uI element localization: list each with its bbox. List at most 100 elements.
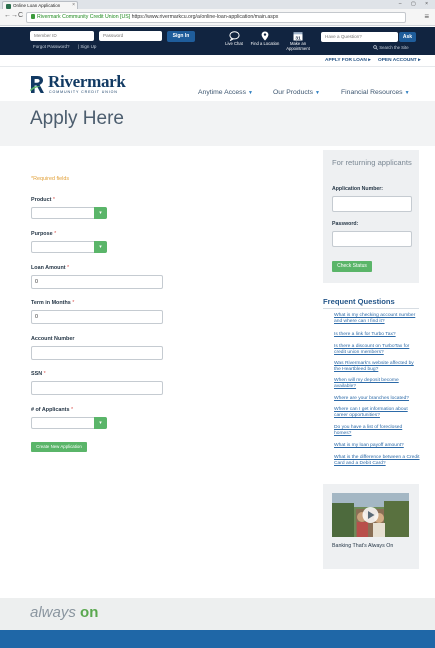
- term-label-text: Term in Months: [31, 300, 71, 306]
- check-status-button[interactable]: Check Status: [332, 261, 372, 272]
- tab-close-icon[interactable]: ×: [72, 2, 75, 9]
- faq-link[interactable]: Is there a discount on TurboTax for cred…: [334, 344, 420, 356]
- product-select[interactable]: ▾: [31, 207, 107, 219]
- sign-up-link[interactable]: | Sign Up: [78, 44, 96, 49]
- faq-link[interactable]: When will my deposit become available?: [334, 378, 420, 390]
- back-icon[interactable]: ←: [4, 12, 11, 19]
- account-number-input[interactable]: [31, 346, 163, 360]
- make-appointment-link[interactable]: 31 Make an Appointment: [283, 31, 313, 51]
- chevron-down-icon: ▼: [247, 90, 253, 96]
- address-bar: ← → C Rivermark Community Credit Union […: [0, 9, 435, 26]
- required-star: *: [67, 265, 70, 271]
- nav-financial-resources[interactable]: Financial Resources ▼: [341, 89, 410, 96]
- required-star: *: [43, 371, 46, 377]
- browser-tab-bar: Online Loan Application × – ▢ ×: [0, 0, 435, 9]
- find-location-link[interactable]: Find a Location: [250, 31, 280, 46]
- chat-bubble-icon: [228, 31, 240, 41]
- ssn-label-text: SSN: [31, 371, 43, 377]
- chevron-down-icon: ▼: [404, 90, 410, 96]
- url-text: https://www.rivermarkcu.org/a/online-loa…: [131, 14, 279, 20]
- window-controls[interactable]: – ▢ ×: [399, 1, 432, 7]
- apply-for-loan-link[interactable]: APPLY FOR LOAN ▸: [325, 58, 371, 63]
- faq-link[interactable]: Is there a link for Turbo Tax?: [334, 332, 420, 338]
- tagline-always: always: [30, 604, 76, 621]
- required-fields-note: *Required fields: [31, 176, 70, 182]
- faq-link[interactable]: Where are your branches located?: [334, 396, 420, 402]
- application-number-label: Application Number:: [332, 186, 384, 192]
- returning-password-input[interactable]: [332, 231, 412, 247]
- apply-for-loan-label: APPLY FOR LOAN: [325, 58, 367, 63]
- browser-menu-icon[interactable]: ≡: [424, 12, 429, 21]
- loan-amount-label: Loan Amount *: [31, 265, 69, 271]
- product-label: Product *: [31, 197, 55, 203]
- rivermark-logo-mark[interactable]: [30, 74, 44, 94]
- faq-link[interactable]: Where can I get information about career…: [334, 407, 420, 419]
- footer-band: [0, 630, 435, 648]
- divider: [323, 308, 419, 309]
- ssn-input[interactable]: [31, 381, 163, 395]
- account-number-label: Account Number: [31, 336, 75, 342]
- purpose-label: Purpose *: [31, 231, 56, 237]
- faq-title: Frequent Questions: [323, 297, 395, 306]
- faq-link[interactable]: What is my loan payoff amount?: [334, 443, 420, 449]
- member-id-input[interactable]: [30, 31, 94, 41]
- live-chat-label: Live Chat: [225, 41, 243, 46]
- sign-in-button[interactable]: Sign In: [167, 31, 195, 42]
- password-input[interactable]: [99, 31, 162, 41]
- nav-our-products-label: Our Products: [273, 89, 314, 96]
- divider: [0, 66, 435, 67]
- applicants-select[interactable]: ▾: [31, 417, 107, 429]
- loan-amount-label-text: Loan Amount: [31, 265, 66, 271]
- dropdown-arrow-icon[interactable]: ▾: [94, 417, 107, 429]
- product-label-text: Product: [31, 197, 52, 203]
- loan-amount-input[interactable]: 0: [31, 275, 163, 289]
- tagline-on: on: [80, 604, 99, 621]
- certificate-name: Rivermark Community Credit Union [US]: [37, 14, 131, 20]
- search-icon: [373, 45, 378, 50]
- url-field[interactable]: Rivermark Community Credit Union [US] ht…: [26, 12, 406, 23]
- make-appointment-label: Make an Appointment: [286, 41, 310, 51]
- search-site-label: Search the Site: [379, 45, 409, 50]
- page-title: Apply Here: [30, 108, 124, 129]
- required-star: *: [70, 407, 74, 413]
- caret-right-icon: ▸: [418, 58, 421, 63]
- applicants-label: # of Applicants *: [31, 407, 73, 413]
- browser-tab[interactable]: Online Loan Application ×: [2, 1, 78, 9]
- nav-our-products[interactable]: Our Products ▼: [273, 89, 320, 96]
- video-thumbnail[interactable]: [332, 493, 409, 537]
- tab-title: Online Loan Application: [13, 3, 61, 8]
- brand-subtitle: COMMUNITY CREDIT UNION: [49, 90, 118, 94]
- returning-title: For returning applicants: [332, 158, 412, 167]
- dropdown-arrow-icon[interactable]: ▾: [94, 241, 107, 253]
- video-caption: Banking That's Always On: [332, 543, 394, 549]
- faq-link[interactable]: What is my checking account number and w…: [334, 313, 420, 325]
- map-pin-icon: [261, 31, 269, 41]
- question-input[interactable]: [321, 32, 398, 42]
- faq-link[interactable]: Was Rivermark's website affected by the …: [334, 361, 420, 373]
- faq-link[interactable]: Do you have a list of foreclosed homes?: [334, 425, 420, 437]
- application-number-input[interactable]: [332, 196, 412, 212]
- reload-icon[interactable]: C: [18, 12, 23, 19]
- required-star: *: [54, 231, 57, 237]
- search-site-link[interactable]: Search the Site: [373, 45, 409, 50]
- lock-icon: [31, 14, 35, 19]
- term-input[interactable]: 0: [31, 310, 163, 324]
- chevron-down-icon: ▼: [315, 90, 320, 96]
- forward-icon[interactable]: →: [11, 12, 18, 19]
- live-chat-link[interactable]: Live Chat: [219, 31, 249, 46]
- brand-name[interactable]: Rivermark: [48, 72, 126, 92]
- purpose-select[interactable]: ▾: [31, 241, 107, 253]
- faq-link[interactable]: What is the difference between a Credit …: [334, 455, 420, 467]
- required-star: *: [72, 300, 75, 306]
- forgot-password-link[interactable]: Forgot Password?: [33, 44, 70, 49]
- ask-button[interactable]: Ask: [399, 32, 416, 42]
- required-star: *: [52, 197, 55, 203]
- nav-anytime-access[interactable]: Anytime Access ▼: [198, 89, 253, 96]
- applicants-label-text: # of Applicants: [31, 407, 70, 413]
- find-location-label: Find a Location: [250, 41, 280, 46]
- dropdown-arrow-icon[interactable]: ▾: [94, 207, 107, 219]
- ssn-label: SSN *: [31, 371, 46, 377]
- open-account-link[interactable]: OPEN ACCOUNT ▸: [378, 58, 421, 63]
- create-new-application-button[interactable]: Create New Application: [31, 442, 87, 452]
- returning-password-label: Password:: [332, 221, 359, 227]
